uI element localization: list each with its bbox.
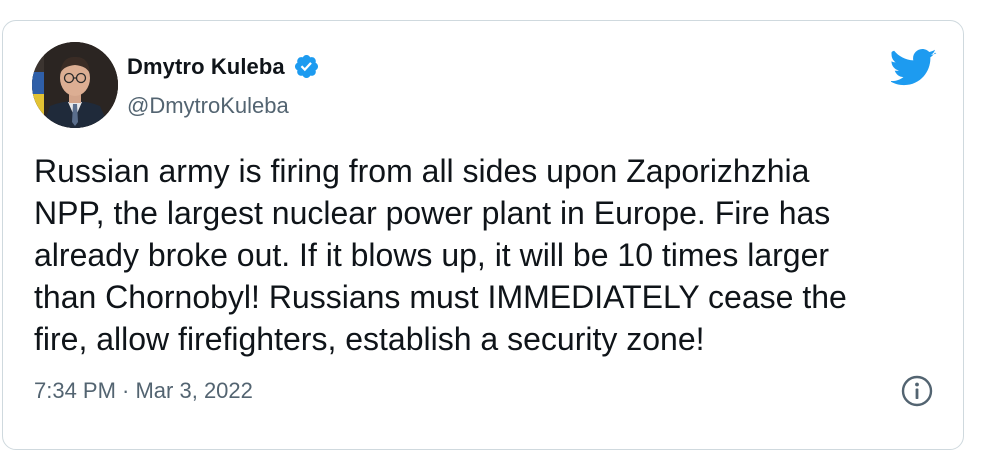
avatar-image [32, 42, 118, 128]
author-name-row: Dmytro Kuleba [127, 53, 320, 80]
tweet-card: Dmytro Kuleba @DmytroKuleba Russian army… [2, 20, 964, 450]
info-icon[interactable] [899, 373, 935, 409]
avatar[interactable] [32, 42, 118, 128]
twitter-bird-icon[interactable] [891, 48, 937, 88]
tweet-text: Russian army is firing from all sides up… [34, 153, 847, 357]
author-handle[interactable]: @DmytroKuleba [127, 93, 289, 119]
verified-badge-icon [294, 54, 318, 79]
author-display-name[interactable]: Dmytro Kuleba [127, 54, 285, 80]
tweet-timestamp[interactable]: 7:34 PM · Mar 3, 2022 [34, 378, 253, 404]
